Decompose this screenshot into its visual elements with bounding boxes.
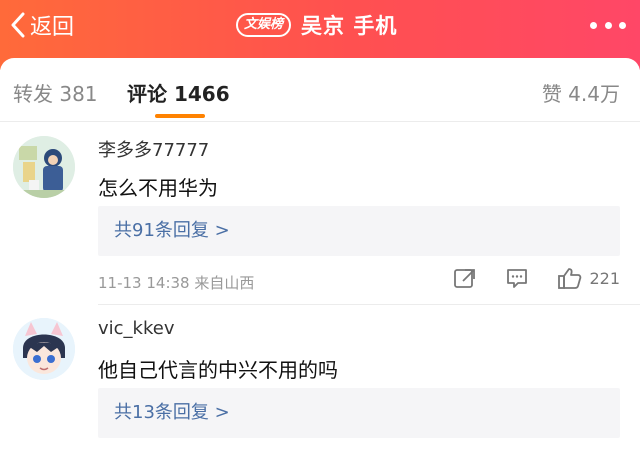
comment-text: 怎么不用华为: [98, 176, 218, 200]
like-button[interactable]: 221: [557, 266, 620, 290]
repost-button[interactable]: [453, 266, 477, 290]
comment-meta: 11-13 14:38 来自山西: [98, 274, 255, 292]
page-title: 吴京 手机: [301, 14, 398, 38]
comment-item: vic_kkev 他自己代言的中兴不用的吗 共13条回复 >: [0, 306, 640, 466]
comment-text: 他自己代言的中兴不用的吗: [98, 358, 338, 382]
more-dot: [619, 21, 626, 29]
chevron-left-icon: [11, 12, 25, 38]
avatar-illustration: [13, 318, 75, 380]
more-dot: [590, 21, 597, 29]
comment-icon: [507, 269, 528, 288]
back-button[interactable]: 返回: [10, 10, 74, 40]
share-icon: [454, 269, 476, 288]
page-title-group: 文娱榜 吴京 手机: [236, 10, 397, 40]
comment-actions: 221: [425, 266, 620, 290]
comment-username[interactable]: vic_kkev: [98, 318, 174, 339]
comments-panel: 转发 381 评论 1466 赞 4.4万 李多多77777 怎么不用华为 共9…: [0, 58, 640, 458]
like-count: 221: [589, 268, 620, 288]
view-replies-link[interactable]: 共91条回复 >: [98, 206, 620, 256]
avatar[interactable]: [13, 136, 75, 198]
comment-username[interactable]: 李多多77777: [98, 136, 209, 162]
avatar[interactable]: [13, 318, 75, 380]
view-replies-link[interactable]: 共13条回复 >: [98, 388, 620, 438]
thumbs-up-icon: [558, 268, 582, 289]
divider: [98, 304, 640, 305]
ranking-badge: 文娱榜: [236, 13, 292, 37]
more-dot: [604, 21, 612, 29]
tab-bar: 转发 381 评论 1466 赞 4.4万: [0, 58, 640, 122]
back-label: 返回: [30, 15, 75, 40]
tab-comments[interactable]: 评论 1466: [127, 78, 230, 107]
tab-reposts[interactable]: 转发 381: [13, 78, 98, 107]
comment-button[interactable]: [505, 266, 529, 290]
tab-likes[interactable]: 赞 4.4万: [542, 78, 620, 107]
avatar-illustration: [13, 136, 75, 198]
more-options-icon[interactable]: [590, 10, 626, 40]
comment-item: 李多多77777 怎么不用华为 共91条回复 > 11-13 14:38 来自山…: [0, 122, 640, 302]
active-tab-indicator: [155, 114, 205, 118]
